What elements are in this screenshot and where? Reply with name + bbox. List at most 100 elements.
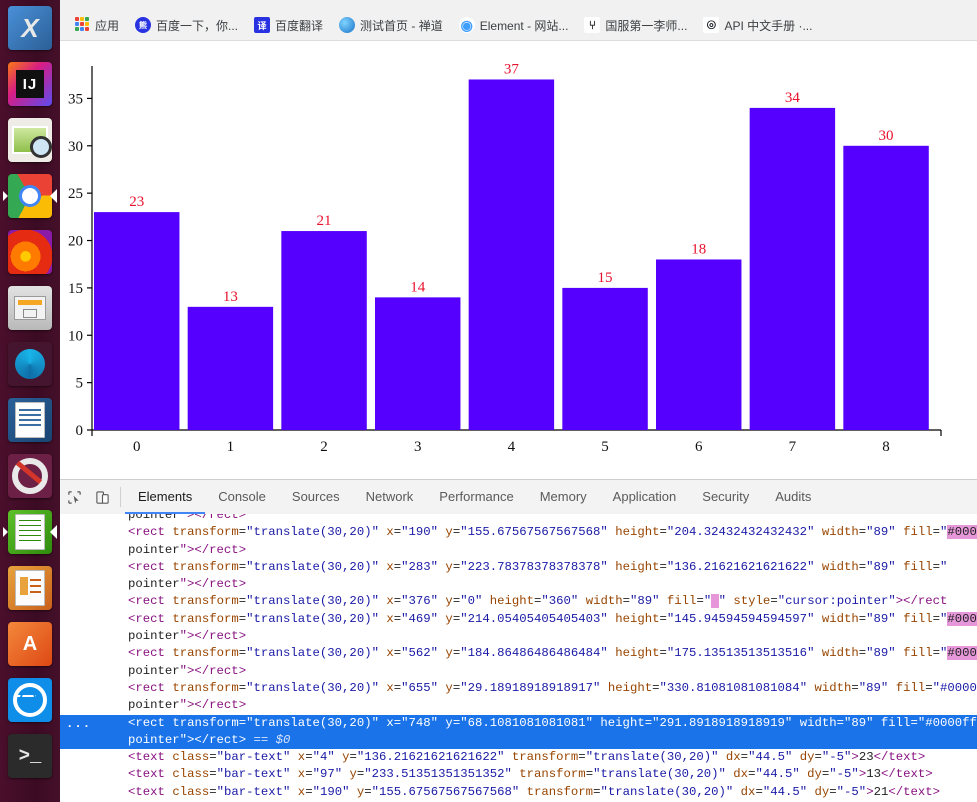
devtools-tab-sources[interactable]: Sources: [279, 480, 353, 514]
bar-chart-svg[interactable]: 0 5 10 15 20 25 30 35 23 0 13 1 21 2 14 3 37 4 15 5 18 6 34 7 30…: [60, 41, 977, 480]
dock-item-libreoffice-impress[interactable]: [4, 562, 56, 614]
devtools-tab-performance[interactable]: Performance: [426, 480, 526, 514]
devtools-tab-security[interactable]: Security: [689, 480, 762, 514]
bookmark-4[interactable]: 测试首页 - 禅道: [331, 14, 451, 37]
code-token-attr: transform: [172, 611, 239, 626]
code-token-val: "translate(30,20)": [600, 784, 734, 799]
bar-rect-6[interactable]: [656, 259, 742, 430]
bookmark-7[interactable]: ⌾ API 中文手册 ·...: [695, 14, 820, 37]
code-token-txt: =: [829, 784, 837, 799]
code-token-val: "cursor:pointer": [777, 594, 896, 609]
dom-line[interactable]: pointer"></rect>: [60, 514, 977, 524]
dom-line[interactable]: ... <rect transform="translate(30,20)" x=…: [60, 714, 977, 733]
dom-line[interactable]: <text class="bar-text" x="97" y="233.513…: [60, 766, 977, 783]
code-token-val: "bar-text": [216, 784, 291, 799]
dock-item-teamviewer[interactable]: [4, 674, 56, 726]
inspect-element-icon[interactable]: [60, 480, 88, 514]
bar-rect-3[interactable]: [375, 297, 461, 430]
code-token-txt: =: [770, 594, 778, 609]
code-token-val: "translate(30,20)": [246, 646, 379, 661]
dom-line[interactable]: pointer"></rect>: [60, 697, 977, 714]
dom-line[interactable]: <rect transform="translate(30,20)" x="56…: [60, 645, 977, 662]
code-token-attr: height: [615, 525, 660, 540]
code-token-val: "44.5": [755, 767, 800, 782]
dock-item-ubuntu-software[interactable]: A: [4, 618, 56, 670]
files-icon: [8, 286, 52, 330]
devtools-tab-elements[interactable]: Elements: [125, 480, 206, 514]
y-tick-label: 35: [68, 91, 83, 107]
dock-item-vscode[interactable]: X: [4, 2, 56, 54]
code-token-attr: dx: [733, 767, 749, 782]
bookmark-6[interactable]: ⑂ 国服第一李师...: [576, 14, 695, 37]
bookmark-2[interactable]: 熊百度一下，你...: [127, 14, 246, 37]
bar-rect-2[interactable]: [281, 231, 367, 430]
element-icon: ◉: [458, 16, 475, 33]
dom-line[interactable]: <text class="bar-text" x="190" y="155.67…: [60, 784, 977, 801]
dom-line[interactable]: <text class="bar-text" x="4" y="136.2162…: [60, 749, 977, 766]
bar-rect-0[interactable]: [94, 212, 180, 430]
code-token-attr: dx: [725, 750, 741, 765]
dock-item-libreoffice-calc[interactable]: [3, 506, 57, 558]
code-token-val: "4": [312, 750, 335, 765]
devtools-tabs[interactable]: Elements Console Sources Network Performance…: [125, 480, 824, 514]
y-tick-label: 5: [76, 376, 84, 392]
dom-line[interactable]: <rect transform="translate(30,20)" x="37…: [60, 593, 977, 610]
dock-item-google-chrome[interactable]: [3, 170, 57, 222]
device-toolbar-icon[interactable]: [88, 480, 116, 514]
dom-line[interactable]: <rect transform="translate(30,20)" x="28…: [60, 559, 977, 576]
bar-rect-5[interactable]: [562, 287, 648, 430]
dock-item-screenshot[interactable]: [4, 114, 56, 166]
code-token-val: "89": [866, 611, 896, 626]
bar-rect-4[interactable]: [468, 79, 555, 430]
dom-line[interactable]: pointer"></rect>: [60, 663, 977, 680]
code-token-hl: #0000: [947, 611, 977, 626]
dock-item-firefox[interactable]: [4, 226, 56, 278]
dock-item-deepin[interactable]: [4, 338, 56, 390]
devtools-tab-application[interactable]: Application: [600, 480, 690, 514]
bar-rect-1[interactable]: [187, 306, 274, 430]
code-token-txt: 23: [858, 750, 874, 765]
devtools-tab-audits[interactable]: Audits: [762, 480, 824, 514]
dock-item-files[interactable]: [4, 282, 56, 334]
code-token-val: "360": [541, 594, 579, 609]
dom-line[interactable]: <rect transform="translate(30,20)" x="19…: [60, 524, 977, 541]
dock-item-libreoffice-writer[interactable]: [4, 394, 56, 446]
bookmark-1[interactable]: 应用: [66, 14, 127, 37]
bookmark-5[interactable]: ◉ Element - 网站...: [451, 14, 577, 37]
expand-ellipsis-icon[interactable]: ...: [66, 716, 91, 733]
dom-line[interactable]: <rect transform="translate(30,20)" x="46…: [60, 611, 977, 628]
dock-item-terminal[interactable]: >_: [4, 730, 56, 782]
code-token-val: "29.18918918918917": [460, 680, 601, 695]
code-token-attr: transform: [519, 767, 586, 782]
devtools-tab-network[interactable]: Network: [353, 480, 427, 514]
bar-rect-7[interactable]: [749, 107, 836, 430]
code-token-tag: rect: [135, 715, 165, 730]
code-token-val: "562": [401, 646, 439, 661]
code-token-val: "283": [401, 559, 439, 574]
dom-line[interactable]: pointer"></rect>: [60, 542, 977, 559]
devtools-tab-memory[interactable]: Memory: [527, 480, 600, 514]
bookmark-label: 百度翻译: [275, 18, 324, 33]
tweak-tool-icon: [8, 454, 52, 498]
code-token-txt: =: [740, 750, 749, 765]
dom-line[interactable]: <rect transform="translate(30,20)" x="65…: [60, 680, 977, 697]
dock-item-tweak-tool[interactable]: [4, 450, 56, 502]
devtools-tab-console[interactable]: Console: [205, 480, 279, 514]
dock-item-intellij-idea[interactable]: IJ: [4, 58, 56, 110]
dom-line[interactable]: pointer"></rect>: [60, 576, 977, 593]
code-token-val: "223.78378378378378": [460, 559, 608, 574]
bookmarks-bar[interactable]: 应用熊百度一下，你... 译百度翻译 测试首页 - 禅道 ◉ Element - 网站.…: [60, 10, 977, 41]
code-token-attr: fill: [903, 525, 933, 540]
elements-dom-tree[interactable]: pointer"></rect> <rect transform="transla…: [60, 514, 977, 802]
bar-rect-8[interactable]: [843, 145, 929, 430]
code-token-val: "-5": [829, 767, 859, 782]
bookmark-3[interactable]: 译百度翻译: [246, 14, 331, 37]
dom-line[interactable]: pointer"></rect>: [60, 628, 977, 645]
dom-line[interactable]: pointer"></rect> == $0: [60, 731, 977, 750]
